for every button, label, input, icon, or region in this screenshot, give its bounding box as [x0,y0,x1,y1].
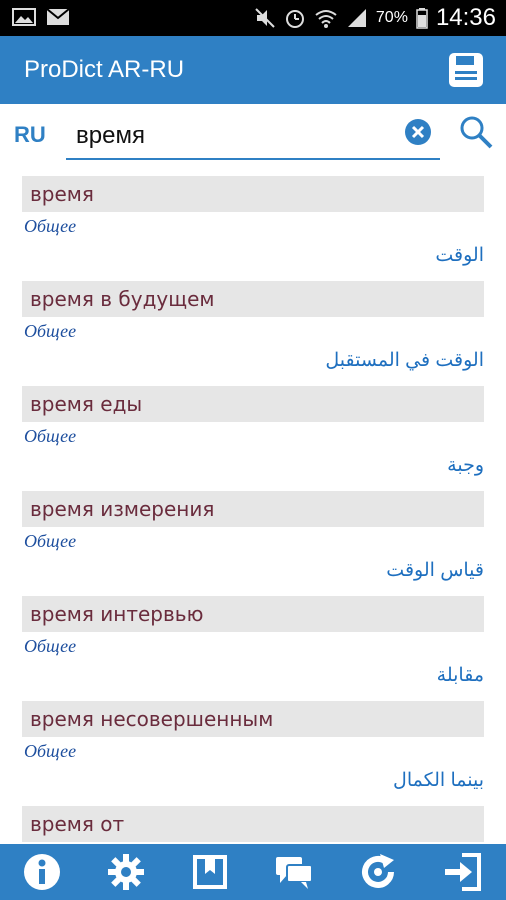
gmail-icon [46,8,70,25]
search-row: RU время [0,104,506,168]
clock: 14:36 [435,4,496,31]
category-label: Общее [24,741,77,761]
save-icon[interactable] [446,50,486,90]
list-item[interactable]: время измерения Общее قياس الوقت [22,491,484,596]
word-text: время [30,182,94,206]
bottom-toolbar [0,844,506,900]
list-item[interactable]: время несовершенным Общее بينما الكمال [22,701,484,806]
word-text: время несовершенным [30,707,274,731]
word-header: время интервью [22,596,484,632]
language-toggle[interactable]: RU [14,122,46,148]
category-label: Общее [24,636,77,656]
word-header: время [22,176,484,212]
list-item[interactable]: время Общее الوقت [22,176,484,281]
word-text: время интервью [30,602,204,626]
word-text: время измерения [30,497,215,521]
results-list: время Общее الوقت время в будущем Общее … [22,176,484,844]
image-icon [12,8,36,26]
translation-text: قياس الوقت [386,560,484,581]
bookmark-icon[interactable] [190,852,230,892]
app-bar: ProDict AR-RU [0,36,506,104]
exit-icon[interactable] [442,852,482,892]
category-label: Общее [24,531,77,551]
category-label: Общее [24,321,77,341]
word-header: время в будущем [22,281,484,317]
signal-icon [347,9,366,27]
battery-icon [416,8,428,29]
chat-icon[interactable] [274,852,314,892]
settings-icon[interactable] [106,852,146,892]
search-query: время [76,122,145,149]
translation-text: مقابلة [436,665,484,686]
category-label: Общее [24,426,77,446]
list-item[interactable]: время еды Общее وجبة [22,386,484,491]
list-item[interactable]: время в будущем Общее الوقت في المستقبل [22,281,484,386]
category-label: Общее [24,216,77,236]
word-header: время от [22,806,484,842]
translation-text: الوقت في المستقبل [325,350,484,371]
translation-text: الوقت [435,245,484,266]
status-left [12,8,70,26]
search-icon[interactable] [458,114,494,150]
app-title: ProDict AR-RU [24,56,185,83]
refresh-icon[interactable] [358,852,398,892]
clear-icon[interactable] [404,118,432,146]
word-text: время от [30,812,125,836]
status-right: 70% 14:36 [254,4,496,32]
word-header: время измерения [22,491,484,527]
info-icon[interactable] [22,852,62,892]
battery-text: 70% [375,9,408,26]
list-item[interactable]: время от [22,806,484,844]
status-bar: 70% 14:36 [0,0,506,36]
wifi-icon [315,10,337,28]
word-header: время несовершенным [22,701,484,737]
list-item[interactable]: время интервью Общее مقابلة [22,596,484,701]
translation-text: بينما الكمال [393,770,484,791]
word-text: время в будущем [30,287,215,311]
translation-text: وجبة [447,455,484,476]
word-header: время еды [22,386,484,422]
alarm-icon [285,10,304,28]
word-text: время еды [30,392,143,416]
search-input[interactable]: время [66,116,440,160]
mute-icon [255,8,275,28]
